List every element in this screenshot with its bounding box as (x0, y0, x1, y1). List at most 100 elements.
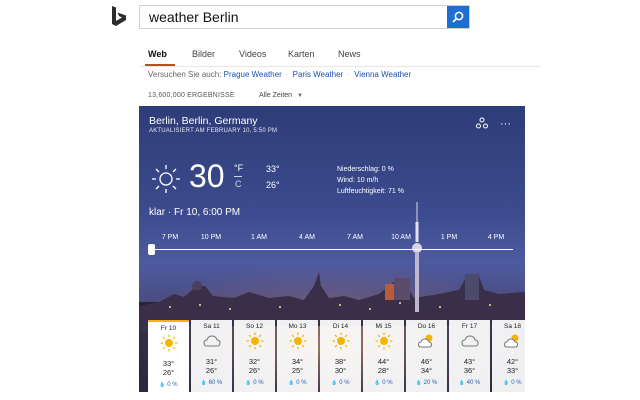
forecast-rain-value: 0 % (382, 380, 393, 386)
separator-dot: · (346, 70, 349, 79)
hour-label: 1 PM (440, 234, 458, 241)
forecast-day-tile[interactable]: Mo 13 34° 25° 💧 0 % (277, 320, 318, 392)
forecast-rain: 💧 0 % (363, 380, 404, 386)
forecast-day-name: Fr 10 (160, 325, 177, 332)
related-link-paris[interactable]: Paris Weather (293, 70, 344, 79)
forecast-high: 31° (205, 357, 218, 366)
sun-icon (332, 332, 350, 350)
tab-videos[interactable]: Videos (239, 49, 266, 59)
cloud-icon (203, 335, 221, 347)
today-high: 33° (266, 164, 280, 174)
raindrop-icon: 💧 (458, 380, 465, 386)
forecast-high: 44° (377, 357, 390, 366)
hour-label: 7 PM (161, 234, 179, 241)
forecast-day-name: Sa 11 (203, 323, 220, 330)
current-condition: klar · Fr 10, 6:00 PM (149, 207, 241, 218)
related-link-prague[interactable]: Prague Weather (224, 70, 282, 79)
forecast-day-tile[interactable]: So 12 32° 26° 💧 0 % (234, 320, 275, 392)
forecast-day-tile[interactable]: Mi 15 44° 28° 💧 0 % (363, 320, 404, 392)
wind-text: Wind: 10 m/h (337, 177, 379, 184)
forecast-day-tile[interactable]: Sa 18 42° 33° 💧 0 % (492, 320, 525, 392)
hourly-slider-handle[interactable] (148, 244, 155, 255)
forecast-low: 28° (377, 366, 390, 375)
forecast-low: 26° (248, 366, 261, 375)
share-icon[interactable] (475, 117, 488, 129)
forecast-rain-value: 60 % (208, 380, 223, 386)
forecast-rain: 💧 0 % (277, 380, 318, 386)
tab-web[interactable]: Web (148, 49, 167, 59)
more-options-icon[interactable]: ··· (500, 118, 511, 130)
raindrop-icon: 💧 (245, 380, 252, 386)
partly-cloudy-icon (418, 334, 433, 348)
forecast-rain: 💧 0 % (234, 380, 275, 386)
forecast-high: 32° (248, 357, 261, 366)
cloud-icon (461, 335, 479, 347)
forecast-rain: 💧 60 % (191, 380, 232, 386)
forecast-low: 34° (420, 366, 433, 375)
tab-news[interactable]: News (338, 49, 361, 59)
hour-label: 7 AM (347, 234, 363, 241)
forecast-day-name: Mo 13 (288, 323, 307, 330)
weather-card: Berlin, Berlin, Germany AKTUALISIERT AM … (139, 106, 525, 392)
hour-label: 1 AM (251, 234, 267, 241)
berlin-skyline-image (139, 272, 525, 326)
unit-celsius-toggle[interactable]: C (235, 179, 242, 189)
tab-images[interactable]: Bilder (192, 49, 215, 59)
forecast-high: 34° (291, 357, 304, 366)
chevron-down-icon: ▼ (297, 93, 303, 99)
forecast-high: 33° (162, 359, 175, 368)
humidity-text: Luftfeuchtigkeit: 71 % (337, 188, 404, 195)
forecast-day-name: Sa 18 (504, 323, 521, 330)
raindrop-icon: 💧 (415, 380, 422, 386)
time-filter-dropdown[interactable]: Alle Zeiten ▼ (259, 92, 303, 99)
chevron-right-icon[interactable]: › (511, 344, 515, 358)
forecast-rain: 💧 0 % (320, 380, 361, 386)
forecast-day-name: So 12 (246, 323, 263, 330)
forecast-day-name: Mi 15 (375, 323, 392, 330)
raindrop-icon: 💧 (200, 380, 207, 386)
forecast-rain-value: 20 % (423, 380, 438, 386)
unit-fahrenheit-toggle[interactable]: °F (234, 163, 243, 173)
related-link-vienna[interactable]: Vienna Weather (354, 70, 411, 79)
forecast-day-name: Fr 17 (461, 323, 478, 330)
unit-divider (234, 176, 242, 177)
weather-updated-time: AKTUALISIERT AM FEBRUARY 10, 5:50 PM (149, 128, 278, 134)
forecast-day-tile[interactable]: Fr 10 33° 26° 💧 0 % (148, 320, 189, 392)
hour-label: 4 AM (299, 234, 315, 241)
forecast-day-tile[interactable]: Sa 11 31° 26° 💧 60 % (191, 320, 232, 392)
forecast-day-tile[interactable]: Do 16 46° 34° 💧 20 % (406, 320, 447, 392)
forecast-day-tile[interactable]: Di 14 38° 30° 💧 0 % (320, 320, 361, 392)
raindrop-icon: 💧 (288, 380, 295, 386)
tab-maps[interactable]: Karten (288, 49, 315, 59)
daily-forecast: Fr 10 33° 26° 💧 0 % Sa 11 31° 26° 💧 60 % So 12 32… (139, 320, 525, 392)
forecast-high: 38° (334, 357, 347, 366)
search-button[interactable] (447, 6, 469, 28)
forecast-low: 33° (506, 366, 519, 375)
hour-label: 10 PM (200, 234, 222, 241)
forecast-low: 26° (162, 368, 175, 377)
card-actions: ··· (475, 116, 511, 134)
sun-icon (160, 334, 178, 352)
weather-details: Niederschlag: 0 % Wind: 10 m/h Luftfeuch… (337, 164, 404, 197)
search-box[interactable]: weather Berlin (139, 5, 470, 29)
tabs-divider (140, 66, 540, 67)
forecast-rain: 💧 40 % (449, 380, 490, 386)
forecast-low: 36° (463, 366, 476, 375)
forecast-low: 30° (334, 366, 347, 375)
forecast-rain-value: 0 % (253, 380, 264, 386)
forecast-rain-value: 0 % (511, 380, 522, 386)
forecast-day-tile[interactable]: Fr 17 43° 36° 💧 40 % (449, 320, 490, 392)
related-searches: Versuchen Sie auch: Prague Weather · Pari… (148, 70, 411, 79)
forecast-high: 43° (463, 357, 476, 366)
forecast-rain: 💧 20 % (406, 380, 447, 386)
search-input[interactable]: weather Berlin (149, 9, 239, 25)
sun-icon (246, 332, 264, 350)
forecast-day-name: Di 14 (332, 323, 349, 330)
sun-icon (152, 165, 180, 193)
bing-logo[interactable] (110, 6, 128, 28)
hour-label: 4 PM (487, 234, 505, 241)
hourly-slider-track[interactable] (151, 249, 513, 250)
time-filter-label: Alle Zeiten (259, 92, 293, 99)
forecast-low: 25° (291, 366, 304, 375)
related-searches-label: Versuchen Sie auch: (148, 70, 222, 79)
